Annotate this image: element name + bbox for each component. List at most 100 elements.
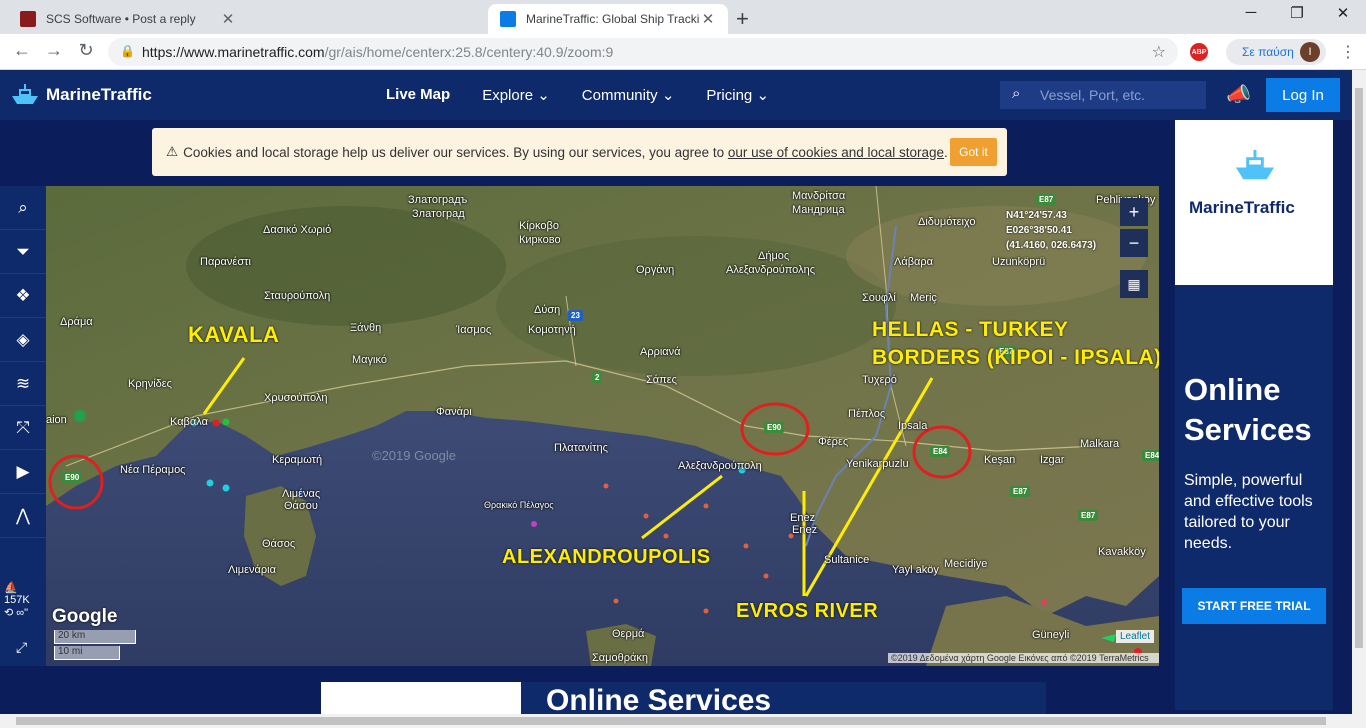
annotation-borders-line2: BORDERS (KIPOI - IPSALA) — [872, 346, 1159, 369]
zoom-in-button[interactable]: + — [1120, 198, 1148, 226]
place-label: Σταυρούπολη — [264, 290, 331, 302]
road-shield: E84 — [930, 446, 951, 457]
decimal-coords: (41.4160, 026.6473) — [1006, 240, 1097, 251]
minimize-icon[interactable]: ─ — [1228, 4, 1274, 21]
place-label: Χρυσούπολη — [264, 392, 328, 404]
place-label: Мандрица — [792, 204, 845, 216]
filter-icon[interactable]: ⏷ — [0, 230, 46, 274]
place-label: Κρηνίδες — [128, 378, 172, 390]
place-label: Кирково — [519, 234, 561, 246]
road-shield: E84 — [1142, 450, 1159, 461]
fullscreen-icon[interactable]: ⤢ — [16, 639, 27, 656]
kebab-menu-icon[interactable]: ⋮ — [1340, 42, 1356, 62]
weather-icon[interactable]: ≋ — [0, 362, 46, 406]
place-label: Δασικό Χωριό — [263, 224, 332, 236]
nav-community[interactable]: Community ⌄ — [582, 86, 675, 104]
right-ad-banner[interactable]: MarineTraffic Online Services Simple, po… — [1175, 120, 1333, 710]
cookie-policy-link[interactable]: our use of cookies and local storage — [728, 145, 944, 160]
close-window-icon[interactable]: ✕ — [1320, 4, 1366, 22]
cookie-text-main: Cookies and local storage help us delive… — [183, 144, 728, 160]
place-label: Ξάνθη — [350, 322, 382, 334]
place-label: Κομοτηνή — [528, 324, 576, 336]
road-shield: E87 — [1010, 486, 1031, 497]
new-tab-icon[interactable]: + — [736, 6, 749, 32]
login-button[interactable]: Log In — [1266, 78, 1340, 112]
zoom-out-button[interactable]: − — [1120, 229, 1148, 257]
cookie-text-end: . — [944, 144, 948, 160]
search-input[interactable]: ⌕ Vessel, Port, etc. — [1000, 81, 1206, 109]
map-toolbar: ⌕ ⏷ ❖ ◈ ≋ ⤧ ▶ ⋀ ⛵ 157K ⟲ ∞" ⤢ — [0, 186, 46, 666]
place-label: Mecidiye — [944, 558, 988, 570]
profile-button[interactable]: Σε παύση I — [1226, 39, 1326, 65]
reload-icon[interactable]: ↻ — [74, 40, 98, 61]
map-search-icon[interactable]: ⌕ — [0, 186, 46, 230]
place-label: Σουφλί — [862, 292, 896, 304]
play-icon[interactable]: ▶ — [0, 450, 46, 494]
place-label: Αρριανά — [640, 346, 681, 358]
nav-live-map[interactable]: Live Map — [386, 86, 450, 104]
place-label: Izgar — [1040, 454, 1065, 466]
forward-icon[interactable]: → — [42, 40, 66, 61]
close-tab-icon[interactable]: ✕ — [700, 10, 716, 28]
place-label: Keşan — [984, 454, 1016, 466]
place-label: Златоград — [412, 208, 465, 220]
road-shield: 23 — [568, 310, 583, 321]
nav-explore[interactable]: Explore ⌄ — [482, 86, 550, 104]
search-placeholder: Vessel, Port, etc. — [1040, 87, 1146, 103]
adblock-icon[interactable]: ABP — [1190, 43, 1208, 61]
bottom-ad-headline: Online Services — [546, 684, 772, 714]
place-label: Ipsala — [898, 420, 928, 432]
coordinates-readout: N41°24'57.43 E026°38'50.41 (41.4160, 026… — [1006, 208, 1096, 253]
megaphone-icon[interactable]: 📣 — [1226, 82, 1251, 107]
road-shield: 2 — [592, 372, 603, 383]
nav-pricing-label: Pricing — [706, 87, 753, 104]
place-label: Enez — [790, 512, 816, 524]
legend-toggle[interactable]: ⟲ ∞" — [4, 606, 28, 619]
scroll-thumb[interactable] — [16, 717, 1326, 725]
place-label: Λιμενάρια — [228, 564, 276, 576]
map-type-icon[interactable]: ▦ — [1120, 270, 1148, 298]
address-bar[interactable]: 🔒 https://www.marinetraffic.com/gr/ais/h… — [108, 38, 1178, 66]
place-label: Uzunköprü — [992, 256, 1046, 268]
warning-icon: ⚠ — [166, 144, 179, 159]
ad-body: Simple, powerful and effective tools tai… — [1184, 472, 1313, 552]
vessel-count-value: 157K — [4, 594, 30, 606]
annotation-alexandroupolis: ALEXANDROUPOLIS — [502, 546, 711, 568]
chevron-down-icon: ⌄ — [756, 87, 770, 104]
tab-scs-software[interactable]: SCS Software • Post a reply ✕ — [8, 4, 248, 34]
bottom-ad-banner[interactable]: Online Services — [321, 682, 1046, 714]
fleet-icon[interactable]: ❖ — [0, 274, 46, 318]
bookmark-star-icon[interactable]: ☆ — [1152, 42, 1166, 62]
ad-logo-area: MarineTraffic — [1175, 120, 1333, 285]
profile-status: Σε παύση — [1242, 45, 1294, 59]
close-tab-icon[interactable]: ✕ — [220, 10, 236, 28]
map-watermark: ©2019 Google — [372, 448, 457, 463]
ship-logo-icon — [12, 84, 38, 104]
nav-pricing[interactable]: Pricing ⌄ — [706, 86, 769, 104]
url-path: /gr/ais/home/centerx:25.8/centery:40.9/z… — [324, 44, 614, 60]
place-label: Παρανέστι — [200, 256, 251, 268]
vertical-scrollbar[interactable] — [1352, 70, 1366, 714]
route-icon[interactable]: ⤧ — [0, 406, 46, 450]
site-logo[interactable]: MarineTraffic — [10, 82, 152, 108]
ship-logo-icon — [1235, 149, 1275, 180]
back-icon[interactable]: ← — [10, 40, 34, 61]
annotation-evros: EVROS RIVER — [736, 600, 879, 622]
layers-icon[interactable]: ◈ — [0, 318, 46, 362]
measure-icon[interactable]: ⋀ — [0, 494, 46, 538]
start-free-trial-button[interactable]: START FREE TRIAL — [1182, 588, 1326, 624]
brand-name: MarineTraffic — [46, 85, 152, 104]
avatar: I — [1300, 42, 1320, 62]
scroll-thumb[interactable] — [1355, 88, 1363, 648]
place-label: Σάπες — [646, 374, 677, 386]
place-label: Златоградъ — [408, 194, 468, 206]
horizontal-scrollbar[interactable] — [0, 714, 1366, 728]
tab-marinetraffic[interactable]: MarineTraffic: Global Ship Tracking ✕ — [488, 4, 728, 34]
place-label: Θρακικό Πέλαγος — [484, 500, 554, 510]
place-label: Malkara — [1080, 438, 1120, 450]
maximize-icon[interactable]: ❐ — [1274, 4, 1320, 22]
map-canvas[interactable]: Златоградъ Златоград Δασικό Χωριό Κίρκοβ… — [46, 186, 1159, 666]
leaflet-link[interactable]: Leaflet — [1116, 630, 1155, 643]
map-attribution: ©2019 Δεδομένα χάρτη Google Εικόνες από … — [888, 653, 1159, 663]
got-it-button[interactable]: Got it — [950, 138, 997, 166]
